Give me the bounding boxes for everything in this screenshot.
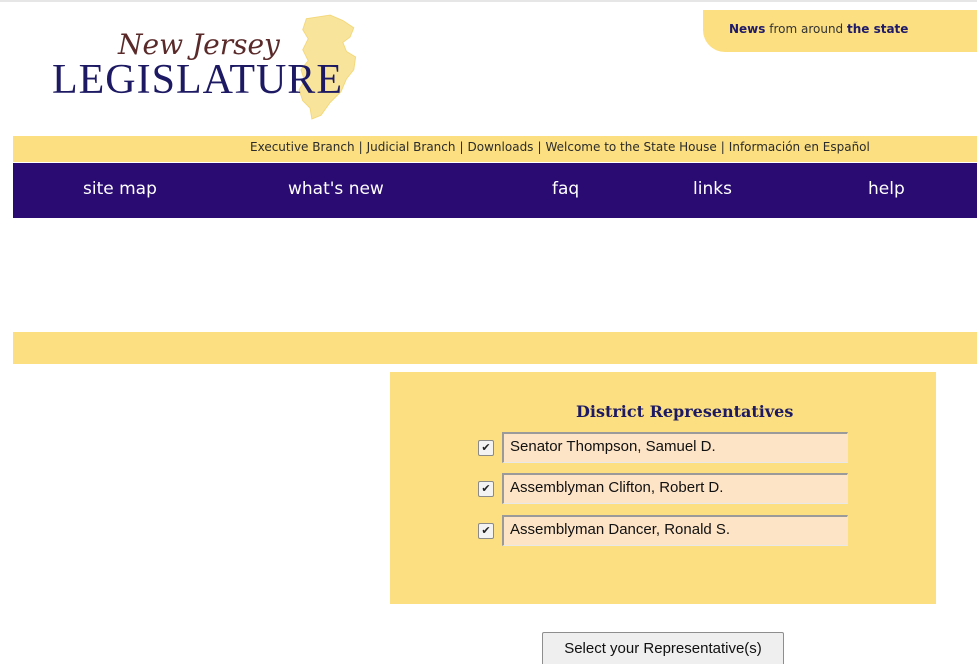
news-tab[interactable]: News from around the state xyxy=(703,10,977,52)
top-border xyxy=(0,0,977,2)
link-judicial-branch[interactable]: Judicial Branch xyxy=(367,140,456,154)
separator: | xyxy=(720,140,725,154)
nav-whats-new[interactable]: what's new xyxy=(288,179,384,199)
news-tab-text: from around xyxy=(765,22,847,36)
news-tab-strong-1: News xyxy=(729,22,766,36)
rep-checkbox[interactable]: ✔ xyxy=(478,481,494,497)
rep-row: ✔ Assemblyman Dancer, Ronald S. xyxy=(478,515,858,549)
separator: | xyxy=(537,140,542,154)
district-representatives-title: District Representatives xyxy=(576,402,794,421)
nav-site-map[interactable]: site map xyxy=(83,179,157,199)
district-representatives-panel: District Representatives ✔ Senator Thomp… xyxy=(390,372,936,604)
logo-main-text: LEGISLATURE xyxy=(52,57,343,103)
main-nav: site map what's new faq links help xyxy=(13,163,977,218)
rep-checkbox[interactable]: ✔ xyxy=(478,523,494,539)
link-executive-branch[interactable]: Executive Branch xyxy=(250,140,355,154)
utility-links-bar: Executive Branch | Judicial Branch | Downloa… xyxy=(13,136,977,162)
nav-links[interactable]: links xyxy=(693,179,732,199)
rep-row: ✔ Senator Thompson, Samuel D. xyxy=(478,432,858,466)
select-representatives-button[interactable]: Select your Representative(s) xyxy=(542,632,784,664)
logo[interactable]: New Jersey LEGISLATURE xyxy=(48,10,378,130)
separator: | xyxy=(459,140,464,154)
link-downloads[interactable]: Downloads xyxy=(468,140,534,154)
rep-checkbox[interactable]: ✔ xyxy=(478,440,494,456)
nav-faq[interactable]: faq xyxy=(552,179,579,199)
rep-name-field[interactable]: Assemblyman Clifton, Robert D. xyxy=(502,473,848,504)
page: New Jersey LEGISLATURE News from around … xyxy=(0,0,977,664)
rep-row: ✔ Assemblyman Clifton, Robert D. xyxy=(478,473,858,507)
utility-links: Executive Branch | Judicial Branch | Downloa… xyxy=(250,140,870,154)
nav-help[interactable]: help xyxy=(868,179,905,199)
news-tab-strong-2: the state xyxy=(846,22,909,36)
link-espanol[interactable]: Información en Español xyxy=(729,140,870,154)
separator: | xyxy=(358,140,363,154)
section-band xyxy=(13,332,977,364)
rep-name-field[interactable]: Senator Thompson, Samuel D. xyxy=(502,432,848,463)
rep-name-field[interactable]: Assemblyman Dancer, Ronald S. xyxy=(502,515,848,546)
link-welcome-state-house[interactable]: Welcome to the State House xyxy=(545,140,716,154)
